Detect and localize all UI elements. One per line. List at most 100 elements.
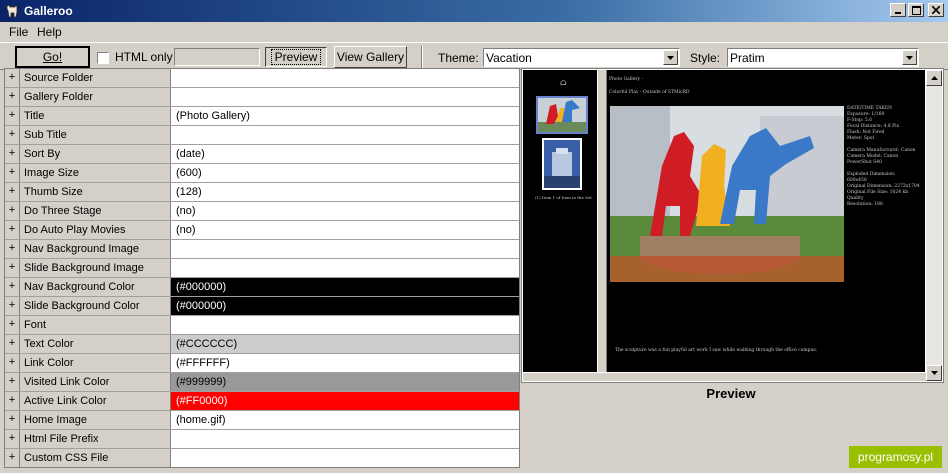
property-value[interactable] bbox=[171, 259, 519, 277]
property-value[interactable]: (date) bbox=[171, 145, 519, 163]
expand-plus-icon[interactable]: + bbox=[5, 259, 20, 277]
preview-horizontal-scrollbar[interactable] bbox=[523, 373, 926, 381]
go-button-label: Go! bbox=[42, 50, 63, 64]
property-value[interactable] bbox=[171, 430, 519, 448]
property-row[interactable]: + Custom CSS File bbox=[5, 449, 519, 467]
property-value[interactable]: (#000000) bbox=[171, 278, 519, 296]
property-row[interactable]: + Thumb Size (128) bbox=[5, 183, 519, 202]
scroll-down-button[interactable] bbox=[926, 365, 942, 381]
property-row[interactable]: + Do Three Stage (no) bbox=[5, 202, 519, 221]
property-row[interactable]: + Image Size (600) bbox=[5, 164, 519, 183]
property-value[interactable] bbox=[171, 449, 519, 467]
property-value[interactable]: (#999999) bbox=[171, 373, 519, 391]
style-dropdown-button[interactable] bbox=[902, 50, 917, 65]
expand-plus-icon[interactable]: + bbox=[5, 145, 20, 163]
property-row[interactable]: + Gallery Folder bbox=[5, 88, 519, 107]
property-row[interactable]: + Slide Background Image bbox=[5, 259, 519, 278]
expand-plus-icon[interactable]: + bbox=[5, 164, 20, 182]
property-row[interactable]: + Font bbox=[5, 316, 519, 335]
expand-plus-icon[interactable]: + bbox=[5, 297, 20, 315]
menu-help[interactable]: Help bbox=[37, 25, 62, 39]
thumbnail-2[interactable] bbox=[542, 138, 582, 190]
expand-plus-icon[interactable]: + bbox=[5, 449, 20, 467]
property-name: Home Image bbox=[20, 411, 171, 429]
property-value[interactable]: (#CCCCCC) bbox=[171, 335, 519, 353]
property-value[interactable]: (#000000) bbox=[171, 297, 519, 315]
property-value[interactable]: (no) bbox=[171, 202, 519, 220]
property-row[interactable]: + Nav Background Image bbox=[5, 240, 519, 259]
property-row[interactable]: + Title (Photo Gallery) bbox=[5, 107, 519, 126]
property-value[interactable] bbox=[171, 69, 519, 87]
expand-plus-icon[interactable]: + bbox=[5, 69, 20, 87]
nav-frame: ⌂ (1) Item 1 of Item in the Set bbox=[523, 70, 597, 372]
expand-plus-icon[interactable]: + bbox=[5, 107, 20, 125]
property-value[interactable]: (600) bbox=[171, 164, 519, 182]
property-row[interactable]: + Sort By (date) bbox=[5, 145, 519, 164]
property-value[interactable]: (#FFFFFF) bbox=[171, 354, 519, 372]
property-value[interactable] bbox=[171, 88, 519, 106]
property-name: Sub Title bbox=[20, 126, 171, 144]
home-icon[interactable]: ⌂ bbox=[560, 79, 567, 88]
minimize-button[interactable] bbox=[890, 3, 906, 17]
expand-plus-icon[interactable]: + bbox=[5, 88, 20, 106]
expand-plus-icon[interactable]: + bbox=[5, 202, 20, 220]
property-value[interactable]: (#FF0000) bbox=[171, 392, 519, 410]
preview-button[interactable]: Preview bbox=[265, 47, 327, 67]
expand-plus-icon[interactable]: + bbox=[5, 240, 20, 258]
expand-plus-icon[interactable]: + bbox=[5, 221, 20, 239]
thumbnail-1[interactable] bbox=[536, 96, 588, 134]
property-value[interactable]: (no) bbox=[171, 221, 519, 239]
html-only-label[interactable]: HTML only bbox=[115, 50, 173, 64]
expand-plus-icon[interactable]: + bbox=[5, 392, 20, 410]
property-value[interactable] bbox=[171, 126, 519, 144]
property-row[interactable]: + Active Link Color (#FF0000) bbox=[5, 392, 519, 411]
expand-plus-icon[interactable]: + bbox=[5, 126, 20, 144]
expand-plus-icon[interactable]: + bbox=[5, 373, 20, 391]
window-title: Galleroo bbox=[24, 4, 73, 18]
property-name: Nav Background Image bbox=[20, 240, 171, 258]
preview-vertical-scrollbar[interactable] bbox=[926, 70, 942, 381]
property-row[interactable]: + Source Folder bbox=[5, 69, 519, 88]
property-row[interactable]: + Link Color (#FFFFFF) bbox=[5, 354, 519, 373]
property-value[interactable]: (128) bbox=[171, 183, 519, 201]
maximize-button[interactable] bbox=[908, 3, 924, 17]
close-button[interactable] bbox=[928, 3, 944, 17]
slide-frame: Photo Gallery - Colorful Play - Outside … bbox=[607, 70, 925, 372]
expand-plus-icon[interactable]: + bbox=[5, 335, 20, 353]
theme-select[interactable]: Vacation bbox=[483, 48, 680, 67]
property-name: Link Color bbox=[20, 354, 171, 372]
menu-file[interactable]: File bbox=[9, 25, 28, 39]
style-select[interactable]: Pratim bbox=[727, 48, 919, 67]
title-bar: Galleroo bbox=[0, 0, 948, 22]
progress-field bbox=[174, 48, 260, 66]
style-label: Style: bbox=[690, 51, 721, 65]
expand-plus-icon[interactable]: + bbox=[5, 354, 20, 372]
go-button[interactable]: Go! bbox=[15, 46, 90, 68]
frame-divider[interactable] bbox=[597, 70, 607, 372]
scroll-up-button[interactable] bbox=[926, 70, 942, 86]
property-value[interactable] bbox=[171, 240, 519, 258]
view-gallery-button[interactable]: View Gallery bbox=[334, 46, 407, 68]
property-row[interactable]: + Html File Prefix bbox=[5, 430, 519, 449]
property-row[interactable]: + Visited Link Color (#999999) bbox=[5, 373, 519, 392]
expand-plus-icon[interactable]: + bbox=[5, 316, 20, 334]
expand-plus-icon[interactable]: + bbox=[5, 430, 20, 448]
property-value[interactable]: (Photo Gallery) bbox=[171, 107, 519, 125]
slide-page-title: Photo Gallery - bbox=[609, 77, 644, 82]
property-row[interactable]: + Nav Background Color (#000000) bbox=[5, 278, 519, 297]
property-row[interactable]: + Slide Background Color (#000000) bbox=[5, 297, 519, 316]
chevron-down-icon bbox=[667, 55, 674, 60]
property-row[interactable]: + Do Auto Play Movies (no) bbox=[5, 221, 519, 240]
property-row[interactable]: + Sub Title bbox=[5, 126, 519, 145]
theme-dropdown-button[interactable] bbox=[663, 50, 678, 65]
property-value[interactable]: (home.gif) bbox=[171, 411, 519, 429]
expand-plus-icon[interactable]: + bbox=[5, 278, 20, 296]
html-only-checkbox[interactable] bbox=[97, 52, 109, 64]
property-row[interactable]: + Text Color (#CCCCCC) bbox=[5, 335, 519, 354]
expand-plus-icon[interactable]: + bbox=[5, 411, 20, 429]
property-name: Text Color bbox=[20, 335, 171, 353]
expand-plus-icon[interactable]: + bbox=[5, 183, 20, 201]
property-row[interactable]: + Home Image (home.gif) bbox=[5, 411, 519, 430]
property-value[interactable] bbox=[171, 316, 519, 334]
preview-panel: ⌂ (1) Item 1 of Item in the Set Photo Ga… bbox=[521, 68, 944, 383]
